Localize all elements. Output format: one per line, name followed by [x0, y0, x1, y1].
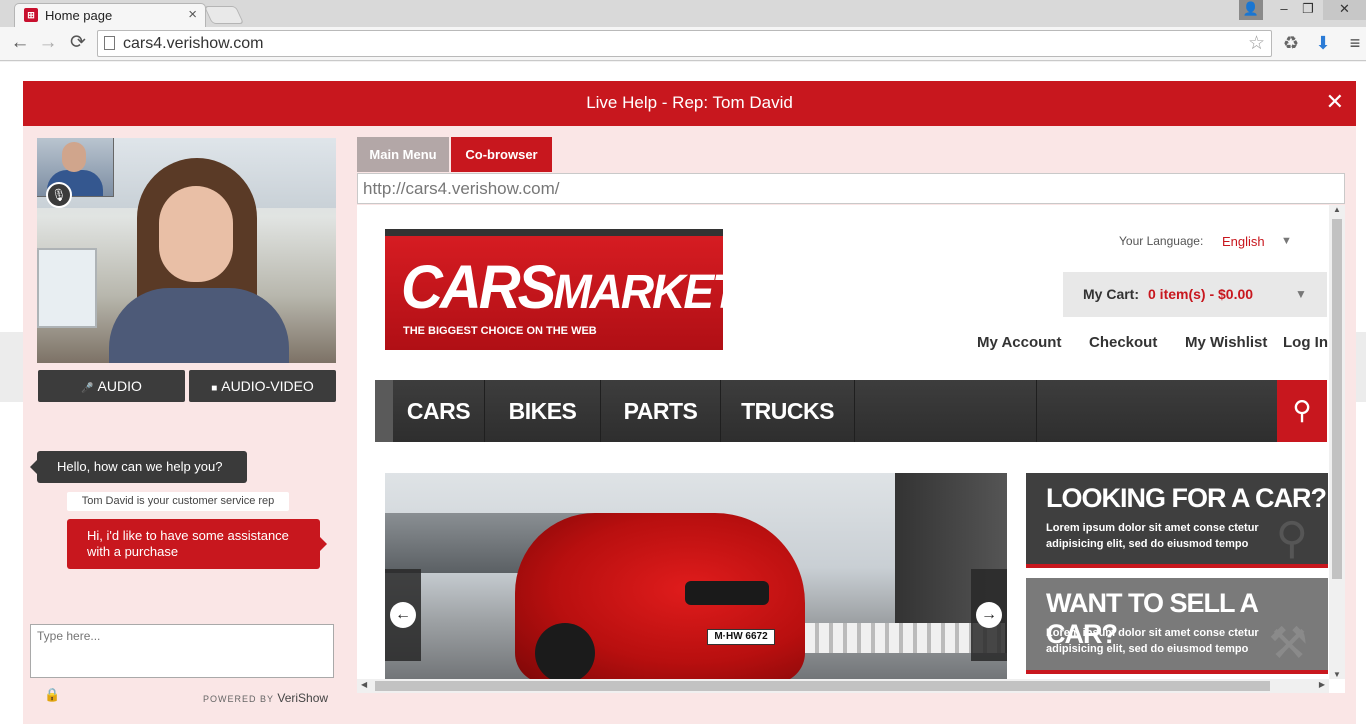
browser-tab[interactable]: ⊞ Home page ×	[14, 3, 206, 27]
language-select[interactable]: English	[1222, 234, 1265, 249]
language-label: Your Language:	[1119, 234, 1204, 248]
powered-by-brand[interactable]: VeriShow	[277, 691, 328, 705]
car-wheel	[535, 623, 595, 683]
browser-tabbar: ⊞ Home page × 👤 – ❐ ✕	[0, 0, 1366, 27]
scroll-thumb-horizontal[interactable]	[375, 681, 1270, 691]
thumbnail-person-face	[62, 142, 86, 172]
bookmark-star-icon[interactable]: ☆	[1248, 32, 1265, 55]
audio-button-label: AUDIO	[97, 378, 142, 394]
nav-item-blank	[855, 380, 1037, 442]
new-tab-button[interactable]	[203, 6, 245, 24]
reload-button[interactable]: ⟳	[66, 32, 90, 54]
scroll-down-icon[interactable]: ▼	[1333, 670, 1341, 679]
lock-icon: 🔒	[44, 687, 61, 702]
cart-caret-icon: ▼	[1295, 287, 1307, 301]
search-icon[interactable]: ⚲	[1277, 380, 1327, 442]
co-browser-vertical-scrollbar[interactable]: ▲ ▼	[1329, 205, 1345, 679]
address-bar[interactable]: cars4.verishow.com ☆	[97, 30, 1272, 57]
mic-muted-icon[interactable]: 🎙	[46, 182, 72, 208]
audio-video-button-label: AUDIO-VIDEO	[221, 378, 314, 394]
nav-item-cars[interactable]: CARS	[393, 380, 485, 442]
cars-market-logo[interactable]: CARSMARKET THE BIGGEST CHOICE ON THE WEB	[385, 229, 740, 350]
page-icon	[104, 36, 115, 50]
recycle-extension-icon[interactable]: ♻	[1280, 33, 1302, 53]
promo-text: Lorem ipsum dolor sit amet conse ctetur …	[1046, 627, 1259, 655]
download-extension-icon[interactable]: ⬇	[1312, 33, 1334, 53]
cart-value: 0 item(s) - $0.00	[1148, 286, 1254, 302]
scroll-left-icon[interactable]: ◀	[361, 680, 367, 689]
audio-video-button[interactable]: ■ AUDIO-VIDEO	[189, 370, 336, 402]
nav-lead-block	[375, 380, 393, 442]
tab-close-icon[interactable]: ×	[188, 6, 197, 23]
logo-text-market: MARKET	[553, 263, 740, 319]
powered-by-label: POWERED BY	[203, 694, 274, 704]
car-grille	[685, 581, 769, 605]
rep-chat-message: Hello, how can we help you?	[30, 451, 247, 483]
nav-item-trucks[interactable]: TRUCKS	[721, 380, 855, 442]
cart-summary[interactable]: My Cart: 0 item(s) - $0.00 ▼	[1063, 272, 1327, 317]
tab-title: Home page	[45, 8, 113, 23]
video-person-body	[109, 288, 289, 363]
my-wishlist-link[interactable]: My Wishlist	[1185, 334, 1267, 351]
site-main-nav: CARS BIKES PARTS TRUCKS ⚲	[375, 380, 1327, 442]
modal-title: Live Help - Rep: Tom David	[586, 93, 793, 112]
microphone-icon: 🎤	[81, 383, 94, 394]
chrome-menu-icon[interactable]: ≡	[1344, 33, 1366, 53]
promo-looking-for-car[interactable]: ⚲ LOOKING FOR A CAR? Lorem ipsum dolor s…	[1026, 473, 1328, 568]
promo-sell-car[interactable]: ⚒ WANT TO SELL A CAR? Lorem ipsum dolor …	[1026, 578, 1328, 674]
my-account-link[interactable]: My Account	[977, 334, 1061, 351]
window-close-button[interactable]: ✕	[1323, 0, 1366, 20]
maximize-button[interactable]: ❐	[1295, 0, 1321, 20]
scroll-right-icon[interactable]: ▶	[1319, 680, 1325, 689]
audio-button[interactable]: 🎤 AUDIO	[38, 370, 185, 402]
co-browser-url-field[interactable]: http://cars4.verishow.com/	[357, 173, 1345, 204]
arrow-right-icon: →	[976, 602, 1002, 628]
arrow-left-icon: ←	[390, 602, 416, 628]
co-browser-viewport: CARSMARKET THE BIGGEST CHOICE ON THE WEB…	[357, 205, 1345, 693]
chat-message-input[interactable]	[30, 624, 334, 678]
promo-text: Lorem ipsum dolor sit amet conse ctetur …	[1046, 522, 1259, 550]
hero-slider: M·HW 6672 ← →	[385, 473, 1007, 683]
tab-co-browser[interactable]: Co-browser	[451, 137, 552, 172]
checkout-link[interactable]: Checkout	[1089, 334, 1157, 351]
favicon-icon: ⊞	[24, 8, 38, 22]
logo-tagline: THE BIGGEST CHOICE ON THE WEB	[403, 325, 597, 337]
video-background-window	[37, 248, 97, 328]
minimize-button[interactable]: –	[1271, 0, 1297, 20]
scroll-up-icon[interactable]: ▲	[1333, 205, 1341, 214]
rep-info-note: Tom David is your customer service rep	[67, 492, 289, 511]
address-bar-url[interactable]: cars4.verishow.com	[123, 35, 264, 53]
forward-button[interactable]: →	[36, 32, 60, 54]
live-help-modal: Live Help - Rep: Tom David ✕ 🎙 🎤 AUDIO ■ A…	[23, 81, 1356, 724]
powered-by-footer: POWERED BY VeriShow	[203, 691, 328, 705]
logo-text-cars: CARS	[401, 253, 556, 322]
slider-prev-button[interactable]: ←	[385, 569, 421, 661]
log-in-link[interactable]: Log In	[1283, 334, 1328, 351]
co-browser-horizontal-scrollbar[interactable]: ◀ ▶	[357, 679, 1329, 693]
tab-main-menu[interactable]: Main Menu	[357, 137, 449, 172]
car-plate: M·HW 6672	[707, 629, 775, 645]
back-button[interactable]: ←	[8, 32, 32, 54]
slider-next-button[interactable]: →	[971, 569, 1007, 661]
language-caret-icon[interactable]: ▼	[1281, 235, 1292, 247]
nav-item-bikes[interactable]: BIKES	[485, 380, 601, 442]
video-person-face	[159, 186, 233, 282]
logo-text: CARSMARKET	[401, 252, 740, 322]
promo-title: LOOKING FOR A CAR?	[1046, 483, 1327, 513]
modal-close-icon[interactable]: ✕	[1326, 90, 1344, 114]
video-camera-icon: ■	[211, 383, 218, 394]
user-chat-message: Hi, i'd like to have some assistance wit…	[67, 519, 327, 569]
nav-item-parts[interactable]: PARTS	[601, 380, 721, 442]
scroll-thumb[interactable]	[1332, 219, 1342, 579]
browser-toolbar: ← → ⟳ cars4.verishow.com ☆ ♻ ⬇ ≡	[0, 27, 1366, 61]
user-profile-icon[interactable]: 👤	[1239, 0, 1263, 20]
modal-header: Live Help - Rep: Tom David ✕	[23, 81, 1356, 126]
cart-label: My Cart:	[1083, 286, 1140, 302]
